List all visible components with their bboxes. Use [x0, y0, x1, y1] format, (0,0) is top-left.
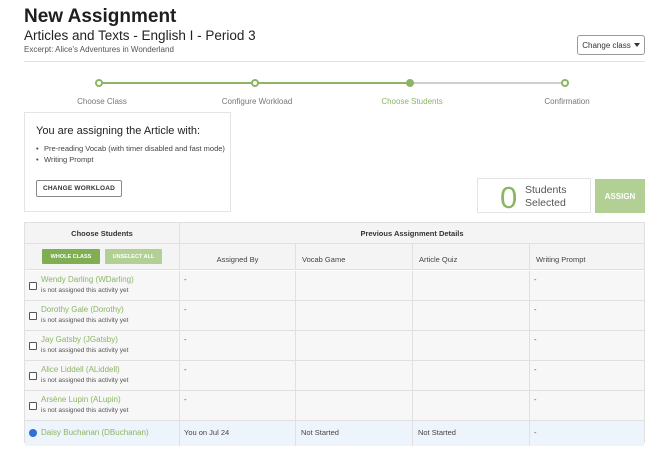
student-status-note: is not assigned this activity yet — [41, 317, 129, 324]
previous-assignment-header: Previous Assignment Details — [360, 229, 464, 238]
assign-button[interactable]: ASSIGN — [595, 179, 645, 213]
student-name: Wendy Darling (WDarling) — [41, 275, 134, 284]
selected-count-label: Students Selected — [525, 184, 566, 209]
vocab-game-cell: Not Started — [296, 421, 413, 446]
vocab-game-cell — [296, 331, 413, 360]
excerpt-label: Excerpt: Alice's Adventures in Wonderlan… — [24, 45, 174, 54]
student-checkbox[interactable] — [29, 372, 37, 380]
page-title: New Assignment — [24, 6, 177, 27]
vocab-game-cell — [296, 271, 413, 300]
step-connector — [410, 82, 565, 84]
step-dot-configure-workload — [251, 79, 259, 87]
article-quiz-cell: Not Started — [413, 421, 530, 446]
table-row[interactable]: Wendy Darling (WDarling) is not assigned… — [25, 271, 644, 301]
student-name: Daisy Buchanan (DBuchanan) — [41, 428, 149, 437]
column-header-writing-prompt: Writing Prompt — [536, 255, 586, 264]
article-quiz-cell — [413, 391, 530, 420]
step-dot-choose-students — [406, 79, 414, 87]
assignment-item: Pre-reading Vocab (with timer disabled a… — [36, 143, 226, 154]
students-selected-counter: 0 Students Selected — [477, 178, 591, 215]
student-status-note: is not assigned this activity yet — [41, 407, 129, 414]
unselect-all-button[interactable]: UNSELECT ALL — [105, 249, 162, 264]
table-row[interactable]: Arsène Lupin (ALupin) is not assigned th… — [25, 391, 644, 421]
assigned-by-cell: You on Jul 24 — [180, 421, 296, 446]
selected-label-line1: Students — [525, 184, 567, 196]
student-select-header: WHOLE CLASS UNSELECT ALL — [25, 244, 180, 270]
step-connector — [255, 82, 410, 84]
column-header-assigned-by: Assigned By — [180, 244, 296, 270]
assignment-items-list: Pre-reading Vocab (with timer disabled a… — [36, 143, 226, 165]
student-cell: Alice Liddell (ALiddell) is not assigned… — [25, 361, 180, 390]
student-cell: Daisy Buchanan (DBuchanan) — [25, 421, 180, 446]
header-divider — [24, 61, 645, 62]
student-name: Dorothy Gale (Dorothy) — [41, 305, 124, 314]
student-name: Alice Liddell (ALiddell) — [41, 365, 120, 374]
choose-students-header: Choose Students — [25, 223, 180, 244]
student-cell: Arsène Lupin (ALupin) is not assigned th… — [25, 391, 180, 420]
table-row[interactable]: Jay Gatsby (JGatsby) is not assigned thi… — [25, 331, 644, 361]
article-quiz-cell — [413, 331, 530, 360]
article-quiz-cell — [413, 361, 530, 390]
column-header-vocab-game: Vocab Game — [296, 244, 413, 270]
step-dot-confirmation — [561, 79, 569, 87]
step-label-configure-workload: Configure Workload — [221, 97, 293, 106]
assigned-by-cell: - — [180, 391, 296, 420]
selected-label-line2: Selected — [525, 196, 566, 209]
student-name: Arsène Lupin (ALupin) — [41, 395, 121, 404]
whole-class-button[interactable]: WHOLE CLASS — [42, 249, 100, 264]
step-label-choose-students: Choose Students — [381, 97, 443, 106]
student-status-note: is not assigned this activity yet — [41, 287, 129, 294]
writing-prompt-cell: - — [534, 365, 537, 374]
student-checkbox[interactable] — [29, 312, 37, 320]
assigned-by-cell: - — [180, 361, 296, 390]
change-workload-button[interactable]: CHANGE WORKLOAD — [36, 180, 122, 197]
student-checkbox[interactable] — [29, 402, 37, 410]
change-class-label: Change class — [582, 40, 631, 50]
article-quiz-cell — [413, 301, 530, 330]
table-row[interactable]: Dorothy Gale (Dorothy) is not assigned t… — [25, 301, 644, 331]
assignment-item: Writing Prompt — [36, 154, 226, 165]
assignment-info-panel: You are assigning the Article with: Pre-… — [24, 112, 231, 212]
table-column-headers: WHOLE CLASS UNSELECT ALL Assigned By Voc… — [25, 244, 644, 270]
assigned-by-cell: - — [180, 271, 296, 300]
student-status-note: is not assigned this activity yet — [41, 377, 129, 384]
writing-prompt-cell: - — [534, 335, 537, 344]
table-row[interactable]: Alice Liddell (ALiddell) is not assigned… — [25, 361, 644, 391]
assignment-info-heading: You are assigning the Article with: — [36, 125, 201, 137]
students-table: Choose Students Previous Assignment Deta… — [24, 222, 645, 446]
change-class-button[interactable]: Change class — [577, 35, 645, 55]
caret-down-icon — [633, 43, 640, 47]
assigned-by-cell: - — [180, 331, 296, 360]
vocab-game-cell — [296, 361, 413, 390]
article-quiz-cell — [413, 271, 530, 300]
student-status-note: is not assigned this activity yet — [41, 347, 129, 354]
writing-prompt-cell: - — [534, 305, 537, 314]
table-row-selected[interactable]: Daisy Buchanan (DBuchanan) You on Jul 24… — [25, 421, 644, 446]
step-dot-choose-class — [95, 79, 103, 87]
student-checkbox[interactable] — [29, 342, 37, 350]
selected-count: 0 — [500, 180, 518, 215]
vocab-game-cell — [296, 301, 413, 330]
table-header-group: Choose Students Previous Assignment Deta… — [25, 223, 644, 244]
step-label-choose-class: Choose Class — [77, 97, 127, 106]
student-cell: Wendy Darling (WDarling) is not assigned… — [25, 271, 180, 300]
page-subtitle: Articles and Texts - English I - Period … — [24, 28, 256, 43]
writing-prompt-cell: - — [534, 395, 537, 404]
vocab-game-cell — [296, 391, 413, 420]
assigned-indicator-icon — [29, 429, 37, 437]
student-name: Jay Gatsby (JGatsby) — [41, 335, 118, 344]
student-checkbox[interactable] — [29, 282, 37, 290]
student-cell: Dorothy Gale (Dorothy) is not assigned t… — [25, 301, 180, 330]
column-header-article-quiz: Article Quiz — [413, 244, 530, 270]
step-label-confirmation: Confirmation — [544, 97, 590, 106]
student-cell: Jay Gatsby (JGatsby) is not assigned thi… — [25, 331, 180, 360]
writing-prompt-cell: - — [534, 275, 537, 284]
writing-prompt-cell: - — [534, 428, 537, 437]
assigned-by-cell: - — [180, 301, 296, 330]
step-connector — [99, 82, 255, 84]
